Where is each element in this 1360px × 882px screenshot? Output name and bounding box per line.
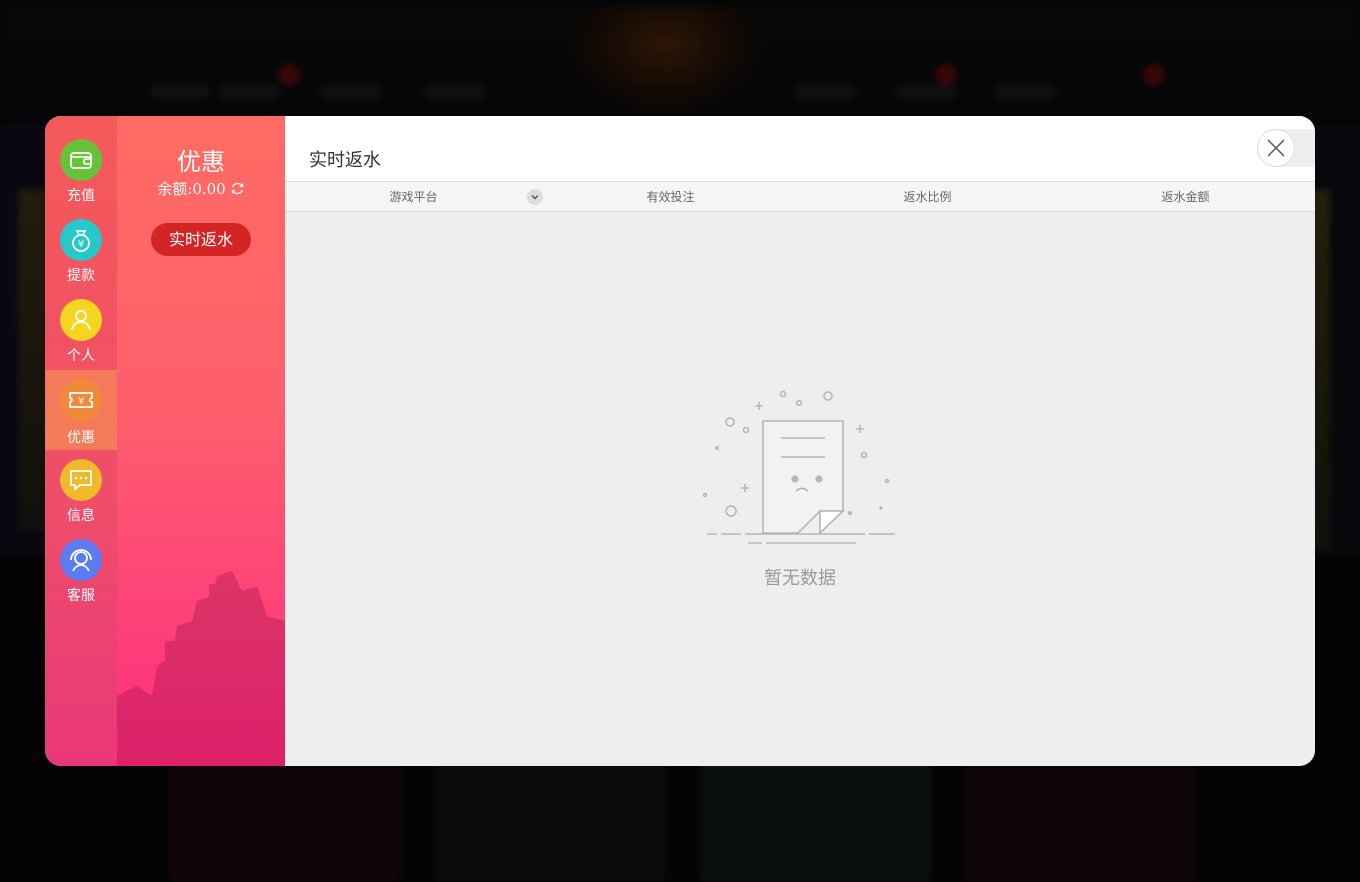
platform-filter-dropdown[interactable] [527, 189, 543, 205]
panel-title: 优惠 [177, 148, 225, 176]
ticket-yen-icon: ¥ [60, 379, 102, 421]
chevron-down-icon [531, 194, 539, 200]
nav-item-deposit[interactable]: 充值 [45, 136, 117, 216]
table-header: 游戏平台 有效投注 返水比例 返水金额 [285, 182, 1315, 212]
nav-label: 提款 [67, 268, 95, 284]
nav-label: 客服 [67, 588, 95, 604]
promotions-modal: 充值 ¥ 提款 个人 ¥ 优惠 信息 客服 优惠 余额:0.00 实时返水 实时… [45, 116, 1315, 766]
close-button[interactable] [1257, 129, 1295, 167]
promotions-side-panel: 优惠 余额:0.00 实时返水 [117, 116, 285, 766]
empty-document-icon [703, 390, 895, 544]
headset-icon [60, 539, 102, 581]
content-area: 实时返水 游戏平台 有效投注 返水比例 返水金额 暂无数据 [285, 116, 1315, 766]
balance-text: 余额:0.00 [157, 180, 226, 198]
user-icon [60, 299, 102, 341]
svg-text:¥: ¥ [78, 396, 84, 407]
nav-label: 信息 [67, 508, 95, 524]
refresh-icon[interactable] [230, 181, 245, 200]
message-icon [60, 459, 102, 501]
close-icon [1267, 139, 1285, 157]
nav-item-withdraw[interactable]: ¥ 提款 [45, 216, 117, 296]
nav-rail: 充值 ¥ 提款 个人 ¥ 优惠 信息 客服 [45, 116, 117, 766]
column-header-platform: 游戏平台 [389, 190, 438, 204]
great-wall-illustration [117, 571, 285, 766]
nav-item-support[interactable]: 客服 [45, 536, 117, 616]
svg-text:¥: ¥ [78, 239, 84, 250]
nav-label: 优惠 [67, 430, 95, 446]
nav-label: 个人 [67, 348, 95, 364]
money-bag-icon: ¥ [60, 219, 102, 261]
wallet-icon [60, 139, 102, 181]
nav-label: 充值 [67, 188, 95, 204]
nav-item-messages[interactable]: 信息 [45, 456, 117, 536]
column-header-rebate-ratio: 返水比例 [903, 190, 952, 204]
column-header-rebate-amount: 返水金额 [1161, 190, 1210, 204]
nav-item-promotions[interactable]: ¥ 优惠 [45, 370, 117, 450]
content-header: 实时返水 [285, 116, 1315, 182]
empty-state-text: 暂无数据 [764, 568, 836, 589]
column-header-valid-bet: 有效投注 [646, 190, 695, 204]
nav-item-profile[interactable]: 个人 [45, 296, 117, 376]
balance-display: 余额:0.00 [117, 178, 285, 200]
realtime-rebate-button[interactable]: 实时返水 [151, 223, 251, 256]
content-title: 实时返水 [309, 150, 381, 171]
